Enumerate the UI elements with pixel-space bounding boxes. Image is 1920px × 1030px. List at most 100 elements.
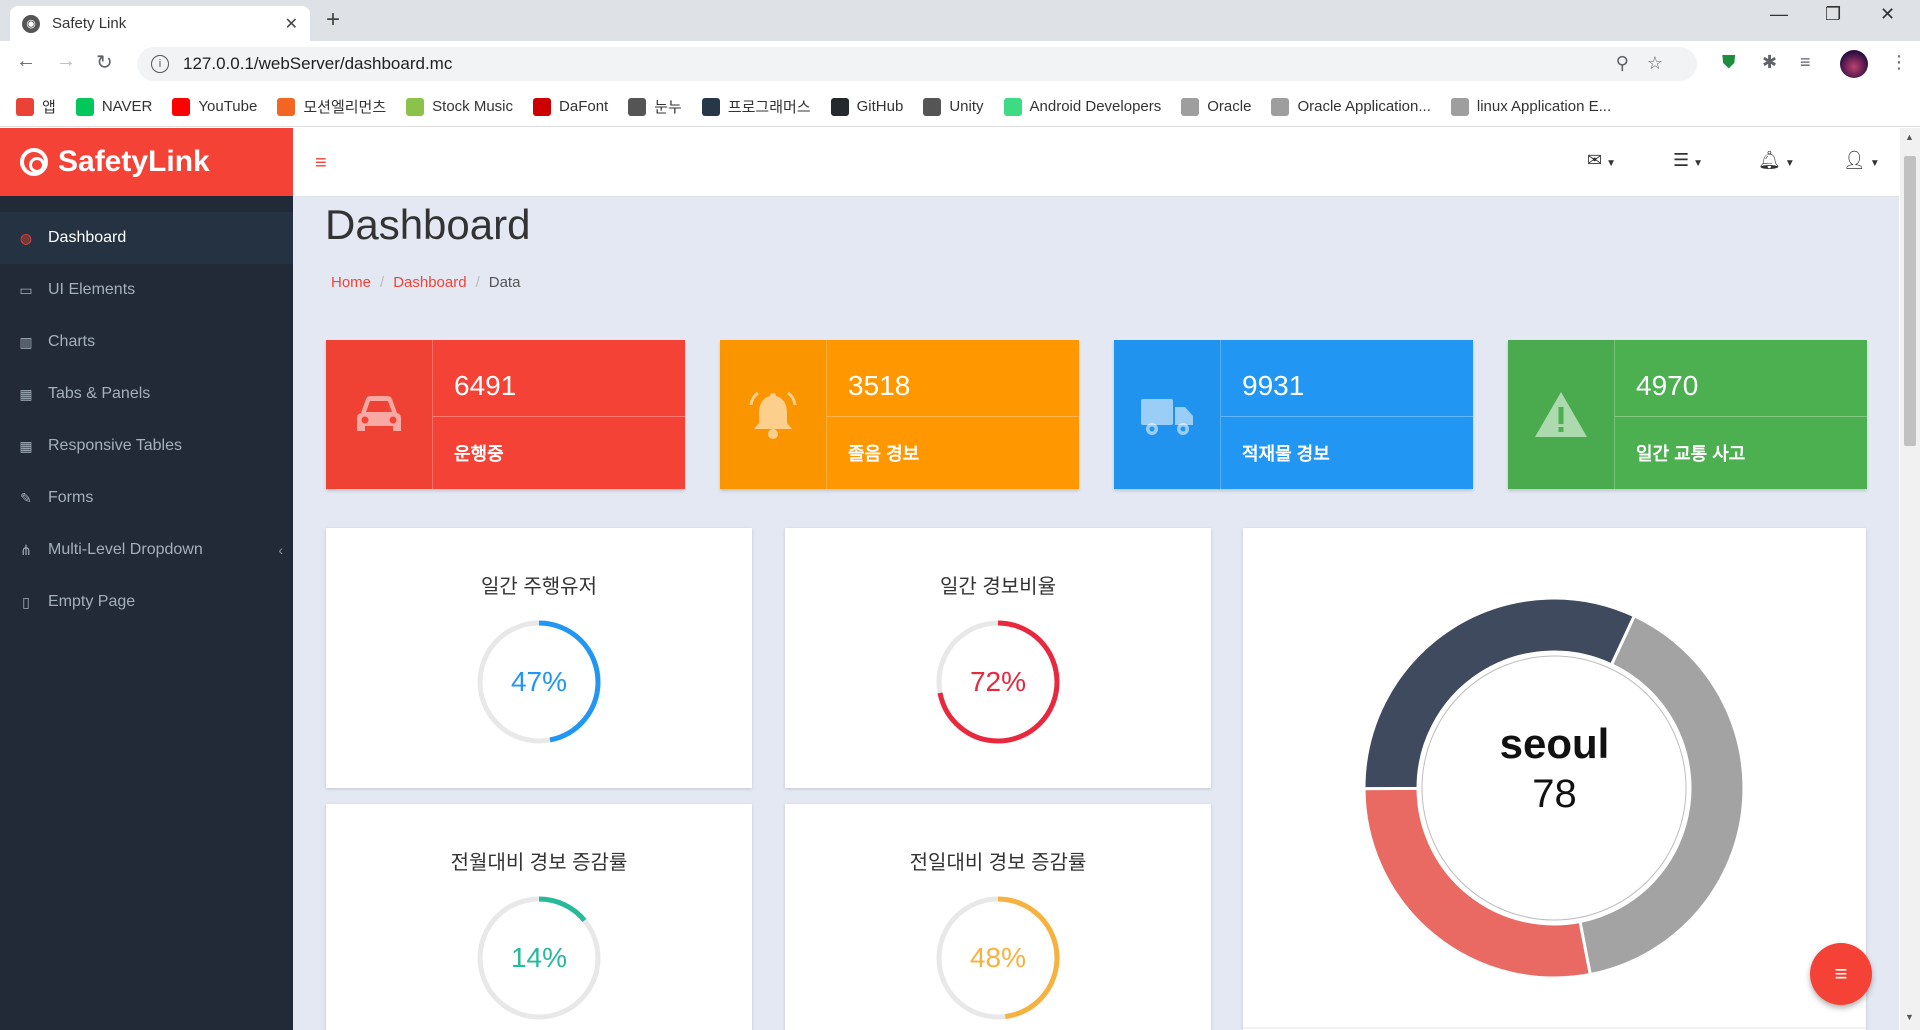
bookmark-item[interactable]: 프로그래머스	[701, 96, 811, 117]
back-icon[interactable]: ←	[16, 50, 36, 73]
tabs-icon: ▦	[19, 385, 33, 402]
gauge-card: 일간 주행유저 47%	[326, 528, 752, 788]
forward-icon[interactable]: →	[56, 50, 76, 73]
bookmark-label: Stock Music	[432, 98, 514, 115]
bookmark-item[interactable]: DaFont	[533, 97, 608, 116]
bookmark-favicon-icon	[406, 97, 425, 116]
bookmark-item[interactable]: Unity	[923, 97, 984, 116]
bookmark-label: GitHub	[856, 98, 904, 115]
scroll-down-icon[interactable]: ▼	[1905, 1012, 1914, 1022]
sidebar-item-label: Charts	[48, 333, 96, 350]
sidebar-item-ui-elements[interactable]: ▭ UI Elements	[0, 264, 293, 316]
bookmark-item[interactable]: YouTube	[172, 97, 257, 116]
car-icon	[357, 395, 401, 431]
zoom-star-icons[interactable]: ⚲☆	[1616, 53, 1681, 74]
top-navbar: ≡ ✉ ▼ ☰ ▼ 🔔︎ ▼ 👤︎ ▼	[293, 128, 1899, 197]
stat-divider	[1615, 416, 1867, 417]
stat-card[interactable]: 3518 졸음 경보	[720, 340, 1079, 489]
page-title: Dashboard	[325, 201, 531, 248]
bookmark-item[interactable]: GitHub	[830, 97, 904, 116]
url-text[interactable]: 127.0.0.1/webServer/dashboard.mc	[183, 54, 452, 74]
site-info-icon[interactable]: i	[151, 55, 169, 73]
sidebar-item-tabs-panels[interactable]: ▦ Tabs & Panels	[0, 368, 293, 420]
breadcrumb-home[interactable]: Home	[331, 274, 371, 291]
gauge-percent: 72%	[969, 666, 1027, 697]
stat-divider	[827, 416, 1079, 417]
close-tab-icon[interactable]: ✕	[285, 14, 298, 34]
profile-avatar[interactable]	[1840, 50, 1868, 78]
stat-label: 일간 교통 사고	[1636, 444, 1746, 464]
file-icon: ▯	[22, 593, 30, 610]
stat-card[interactable]: 4970 일간 교통 사고	[1508, 340, 1867, 489]
bookmark-favicon-icon	[277, 97, 296, 116]
reload-icon[interactable]: ↻	[96, 50, 113, 75]
alerts-dropdown[interactable]: 🔔︎ ▼	[1758, 150, 1795, 171]
bookmark-favicon-icon	[830, 97, 849, 116]
sidebar-item-charts[interactable]: ▥ Charts	[0, 316, 293, 368]
bookmark-item[interactable]: Android Developers	[1003, 97, 1162, 116]
restore-icon[interactable]: ❐	[1825, 4, 1841, 25]
tasks-dropdown[interactable]: ☰ ▼	[1673, 150, 1703, 171]
bookmark-favicon-icon	[533, 97, 552, 116]
bookmark-label: linux Application E...	[1476, 98, 1612, 115]
stat-label: 졸음 경보	[848, 444, 920, 464]
brand-logo[interactable]: SafetyLink	[0, 128, 293, 196]
scroll-thumb[interactable]	[1904, 156, 1916, 446]
minimize-icon[interactable]: —	[1770, 4, 1788, 25]
bookmark-item[interactable]: NAVER	[75, 97, 152, 116]
stat-card[interactable]: 6491 운행중	[326, 340, 685, 489]
shield-extension-icon[interactable]: ⛊	[1722, 52, 1736, 73]
bookmarks-bar: 앱 NAVER YouTube 모션엘리먼츠 Stock Music DaFont 눈누 프로…	[0, 87, 1920, 127]
bookmark-item[interactable]: Stock Music	[406, 97, 514, 116]
main-content: Dashboard Home / Dashboard / Data 6491 운행중 351…	[293, 197, 1899, 1030]
media-control-icon[interactable]: ≡	[1800, 52, 1811, 73]
stat-icon-box	[326, 340, 433, 489]
breadcrumb: Home / Dashboard / Data	[331, 274, 521, 291]
bookmark-item[interactable]: Oracle	[1181, 97, 1251, 116]
stat-divider	[433, 416, 685, 417]
sidebar-toggle-icon[interactable]: ≡	[315, 152, 327, 175]
page-scrollbar[interactable]: ▲ ▼	[1900, 128, 1920, 1030]
bookmark-item[interactable]: 모션엘리먼츠	[277, 96, 386, 117]
extensions-puzzle-icon[interactable]: ✱	[1762, 52, 1777, 73]
bookmark-favicon-icon	[628, 97, 647, 116]
address-bar[interactable]: i 127.0.0.1/webServer/dashboard.mc ⚲☆	[137, 47, 1697, 81]
bookmark-item[interactable]: 눈누	[628, 96, 682, 117]
donut-center-label: seoul	[1499, 720, 1610, 767]
breadcrumb-dashboard[interactable]: Dashboard	[393, 274, 466, 291]
sidebar-item-multi-level-dropdown[interactable]: ⋔ Multi-Level Dropdown ‹	[0, 524, 293, 576]
browser-tab[interactable]: ◉ Safety Link ✕	[10, 6, 310, 41]
bookmark-label: Android Developers	[1029, 98, 1162, 115]
stat-label: 운행중	[454, 444, 504, 464]
messages-dropdown[interactable]: ✉ ▼	[1587, 150, 1616, 171]
gauge-title: 전일대비 경보 증감률	[909, 852, 1087, 874]
stat-icon-box	[1114, 340, 1221, 489]
stat-icon-box	[720, 340, 827, 489]
browser-tab-strip: ◉ Safety Link ✕ + — ❐ ✕	[0, 0, 1920, 41]
sidebar-item-empty-page[interactable]: ▯ Empty Page	[0, 576, 293, 628]
bookmark-favicon-icon	[923, 97, 942, 116]
bookmark-favicon-icon	[1003, 97, 1022, 116]
gauge-percent: 48%	[969, 942, 1027, 973]
sidebar-item-dashboard[interactable]: ◍ Dashboard	[0, 212, 293, 264]
bookmark-item[interactable]: 앱	[16, 96, 56, 117]
sidebar-item-label: UI Elements	[48, 281, 136, 298]
browser-menu-icon[interactable]: ⋮	[1890, 52, 1908, 73]
user-dropdown[interactable]: 👤︎ ▼	[1843, 150, 1880, 171]
bookmark-favicon-icon	[172, 97, 191, 116]
window-close-icon[interactable]: ✕	[1880, 4, 1895, 25]
bookmark-item[interactable]: linux Application E...	[1450, 97, 1612, 116]
sidebar-item-label: Empty Page	[48, 593, 136, 610]
new-tab-button[interactable]: +	[326, 6, 340, 34]
bookmark-item[interactable]: Oracle Application...	[1271, 97, 1431, 116]
floating-menu-button[interactable]: ≡	[1810, 943, 1872, 1005]
stat-card[interactable]: 9931 적재물 경보	[1114, 340, 1473, 489]
sidebar-item-responsive-tables[interactable]: ▦ Responsive Tables	[0, 420, 293, 472]
breadcrumb-current: Data	[488, 274, 521, 291]
gauge-percent: 14%	[510, 942, 568, 973]
stat-label: 적재물 경보	[1242, 444, 1330, 464]
scroll-up-icon[interactable]: ▲	[1905, 132, 1914, 142]
stat-divider	[1221, 416, 1473, 417]
sidebar-item-forms[interactable]: ✎ Forms	[0, 472, 293, 524]
bookmark-favicon-icon	[701, 97, 720, 116]
